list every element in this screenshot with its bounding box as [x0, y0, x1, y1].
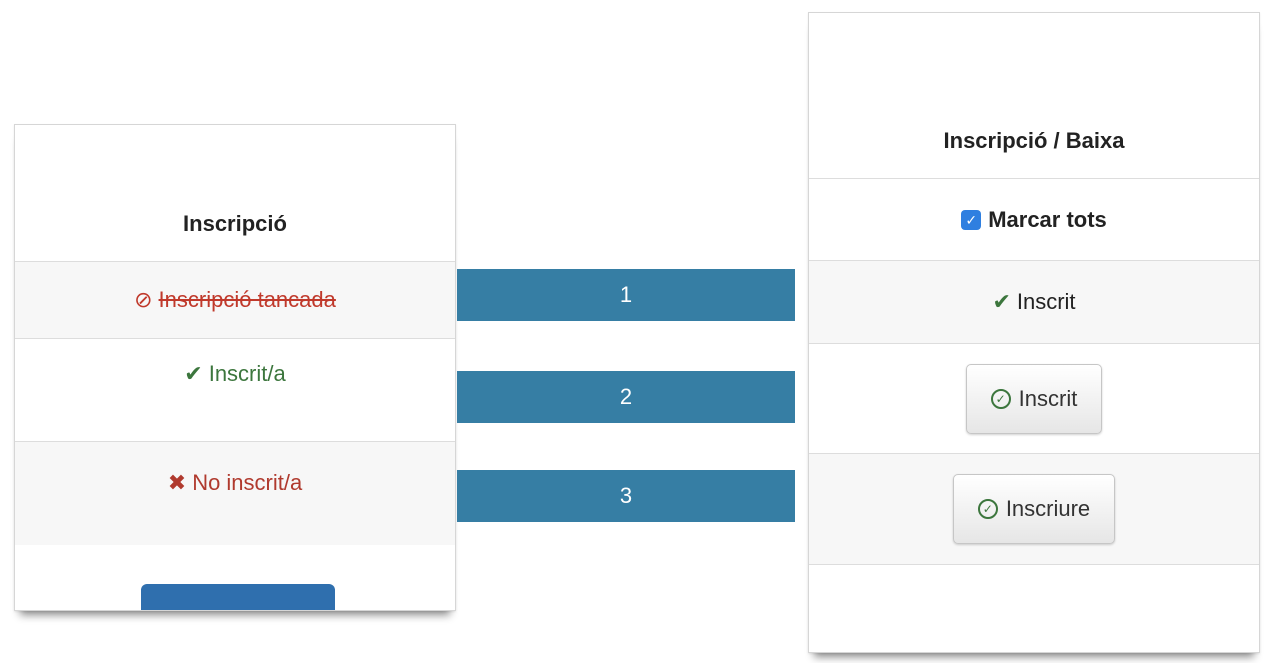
- inscripcio-header-label: Inscripció: [183, 211, 287, 236]
- check-icon: ✔: [184, 361, 203, 386]
- inscrit-button[interactable]: ✓ Inscrit: [965, 363, 1103, 434]
- inscrit-button-label: Inscrit: [1018, 385, 1078, 411]
- inscriure-button[interactable]: ✓ Inscriure: [952, 474, 1116, 544]
- connector-bar-1: 1: [457, 269, 795, 321]
- inscripcio-panel: Inscripció ⊘ Inscripció tancada ✔ Inscri…: [14, 124, 456, 611]
- status-noinscrit-row: ✖ No inscrit/a: [15, 441, 455, 545]
- mark-all-checkbox[interactable]: ✓ Marcar tots: [961, 207, 1107, 233]
- connector-bar-label: 2: [619, 384, 633, 409]
- inscrit-button-row: ✓ Inscrit: [809, 343, 1259, 453]
- check-icon: ✔: [992, 289, 1011, 314]
- ban-icon: ⊘: [134, 287, 153, 312]
- right-inscrit-row: ✔ Inscrit: [809, 260, 1259, 343]
- inscriure-button-label: Inscriure: [1005, 496, 1091, 521]
- checkbox-checked-icon[interactable]: ✓: [961, 209, 982, 230]
- status-inscrit-label: Inscrit/a: [208, 361, 286, 386]
- inscripcio-baixa-panel: Inscripció / Baixa ✓ Marcar tots ✔ Inscr…: [808, 12, 1260, 653]
- status-noinscrit-label: No inscrit/a: [192, 470, 303, 495]
- mark-all-label: Marcar tots: [988, 206, 1107, 232]
- inscripcio-baixa-header-label: Inscripció / Baixa: [943, 128, 1125, 153]
- connector-bar-label: 3: [619, 483, 633, 508]
- inscripcio-baixa-header: Inscripció / Baixa: [809, 13, 1259, 178]
- right-inscrit-label: Inscrit: [1016, 289, 1076, 314]
- mark-all-row: ✓ Marcar tots: [809, 178, 1259, 260]
- ok-circle-icon: ✓: [977, 499, 998, 519]
- inscripcio-header: Inscripció: [15, 125, 455, 261]
- inscriure-button-row: ✓ Inscriure: [809, 453, 1259, 564]
- connector-bar-2: 2: [457, 371, 795, 423]
- primary-button[interactable]: [141, 584, 335, 610]
- status-closed-label: Inscripció tancada: [158, 287, 336, 312]
- x-icon: ✖: [167, 470, 187, 495]
- connector-bar-3: 3: [457, 470, 795, 522]
- connector-bar-label: 1: [619, 282, 633, 307]
- status-closed-row: ⊘ Inscripció tancada: [15, 261, 455, 338]
- status-inscrit-row: ✔ Inscrit/a: [15, 338, 455, 441]
- empty-row: [809, 564, 1259, 652]
- ok-circle-icon: ✓: [990, 388, 1011, 409]
